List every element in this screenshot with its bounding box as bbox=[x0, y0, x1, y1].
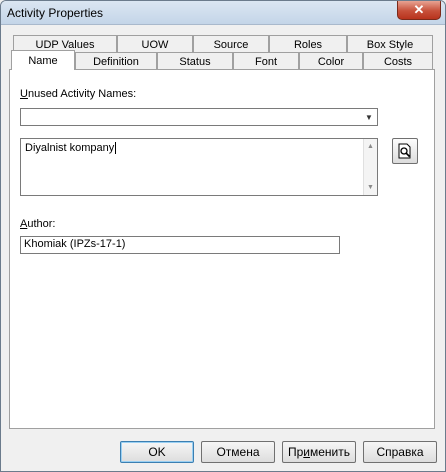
dialog-body: UDP Values UOW Source Roles Box Style Na… bbox=[7, 25, 439, 465]
ok-button[interactable]: OK bbox=[120, 441, 194, 463]
close-icon: ✕ bbox=[413, 2, 425, 17]
find-button[interactable] bbox=[392, 138, 418, 164]
apply-button[interactable]: Применить bbox=[282, 441, 356, 463]
name-tab-panel: Unused Activity Names: ▼ Diyalnist kompa… bbox=[9, 69, 435, 429]
window-title: Activity Properties bbox=[7, 6, 104, 20]
button-label: Применить bbox=[287, 445, 351, 459]
tab-label: Color bbox=[317, 55, 345, 68]
close-button[interactable]: ✕ bbox=[397, 1, 441, 20]
tab-label: Costs bbox=[383, 55, 413, 68]
tab-costs[interactable]: Costs bbox=[363, 52, 433, 70]
tab-definition[interactable]: Definition bbox=[75, 52, 157, 70]
author-field[interactable]: Khomiak (IPZs-17-1) bbox=[20, 236, 340, 254]
tab-color[interactable]: Color bbox=[299, 52, 363, 70]
tab-label: Box Style bbox=[366, 38, 414, 51]
tab-status[interactable]: Status bbox=[157, 52, 233, 70]
title-bar: Activity Properties ✕ bbox=[1, 1, 445, 25]
tab-name[interactable]: Name bbox=[11, 50, 75, 70]
tab-label: Font bbox=[254, 55, 277, 68]
button-label: Справка bbox=[376, 445, 424, 459]
unused-activity-names-dropdown[interactable]: ▼ bbox=[20, 108, 378, 126]
scroll-down-icon[interactable]: ▼ bbox=[367, 184, 374, 191]
tab-label: UOW bbox=[141, 38, 169, 51]
tab-roles[interactable]: Roles bbox=[269, 35, 347, 53]
tab-label: Source bbox=[213, 38, 249, 51]
tab-font[interactable]: Font bbox=[233, 52, 299, 70]
name-field-scrollbar[interactable]: ▲ ▼ bbox=[363, 139, 377, 195]
tab-label: Roles bbox=[293, 38, 323, 51]
cancel-button[interactable]: Отмена bbox=[201, 441, 275, 463]
tab-label: UDP Values bbox=[35, 38, 95, 51]
find-icon bbox=[398, 143, 411, 159]
button-label: Отмена bbox=[216, 445, 260, 459]
author-label: Author: bbox=[20, 218, 56, 230]
tab-label: Name bbox=[28, 54, 58, 67]
activity-name-field[interactable]: Diyalnist kompany ▲ ▼ bbox=[20, 138, 378, 196]
chevron-down-icon[interactable]: ▼ bbox=[361, 109, 377, 125]
activity-name-text: Diyalnist kompany bbox=[25, 142, 115, 154]
unused-activity-names-label: Unused Activity Names: bbox=[20, 88, 137, 100]
button-label: OK bbox=[148, 445, 166, 459]
tab-uow[interactable]: UOW bbox=[117, 35, 193, 53]
tab-label: Definition bbox=[93, 55, 139, 68]
tab-box-style[interactable]: Box Style bbox=[347, 35, 433, 53]
activity-properties-window: Activity Properties ✕ UDP Values UOW Sou… bbox=[0, 0, 446, 472]
author-text: Khomiak (IPZs-17-1) bbox=[24, 238, 126, 250]
tab-label: Status bbox=[179, 55, 211, 68]
help-button[interactable]: Справка bbox=[363, 441, 437, 463]
tab-source[interactable]: Source bbox=[193, 35, 269, 53]
scroll-up-icon[interactable]: ▲ bbox=[367, 143, 374, 150]
